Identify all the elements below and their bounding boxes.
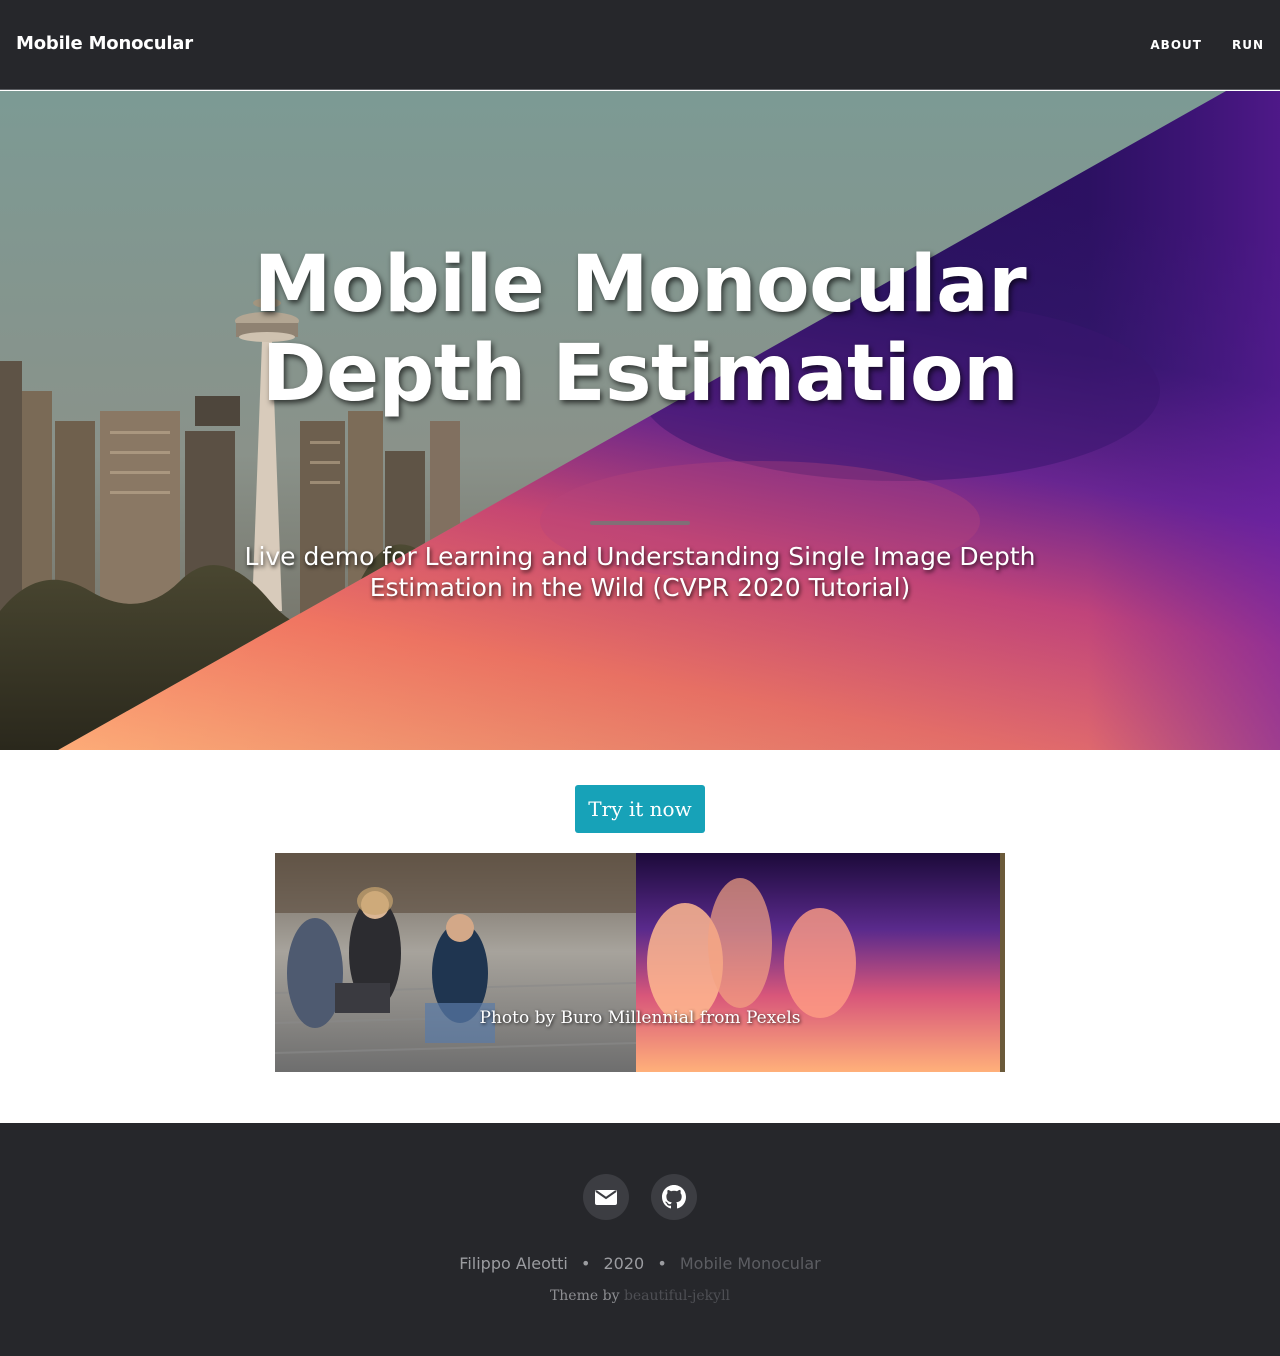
social-links [583,1174,697,1220]
comparison-divider-handle[interactable] [633,853,637,1072]
theme-link[interactable]: beautiful-jekyll [624,1288,730,1304]
footer-separator: • [580,1254,591,1273]
footer-copyright: Filippo Aleotti • 2020 • Mobile Monocula… [0,1254,1280,1273]
try-it-now-button[interactable]: Try it now [575,785,705,833]
footer-site-link[interactable]: Mobile Monocular [680,1254,821,1273]
github-link[interactable] [651,1174,697,1220]
footer: Filippo Aleotti • 2020 • Mobile Monocula… [0,1123,1280,1356]
image-comparison-slider[interactable]: Photo by Buro Millennial from Pexels [275,853,1005,1072]
footer-author: Filippo Aleotti [459,1254,568,1273]
comparison-image [275,853,1005,1072]
hero-title: Mobile Monocular Depth Estimation [253,240,1027,419]
email-link[interactable] [583,1174,629,1220]
nav-links: ABOUT RUN [1150,38,1264,52]
nav-link-run[interactable]: RUN [1232,38,1264,52]
theme-prefix: Theme by [549,1288,620,1304]
nav-link-about[interactable]: ABOUT [1150,38,1202,52]
envelope-icon [595,1190,617,1205]
photo-credit-caption: Photo by Buro Millennial from Pexels [479,1008,801,1028]
footer-year: 2020 [603,1254,645,1273]
hero-background-image [0,91,1280,750]
footer-theme-credit: Theme by beautiful-jekyll [0,1288,1280,1304]
hero-subtitle: Live demo for Learning and Understanding… [244,542,1036,602]
footer-separator: • [657,1254,667,1273]
navbar: Mobile Monocular ABOUT RUN [0,0,1280,90]
hero-banner: Mobile Monocular Depth Estimation Live d… [0,91,1280,750]
brand-link[interactable]: Mobile Monocular [16,33,193,54]
hero-divider [590,521,690,525]
github-icon [662,1185,686,1209]
